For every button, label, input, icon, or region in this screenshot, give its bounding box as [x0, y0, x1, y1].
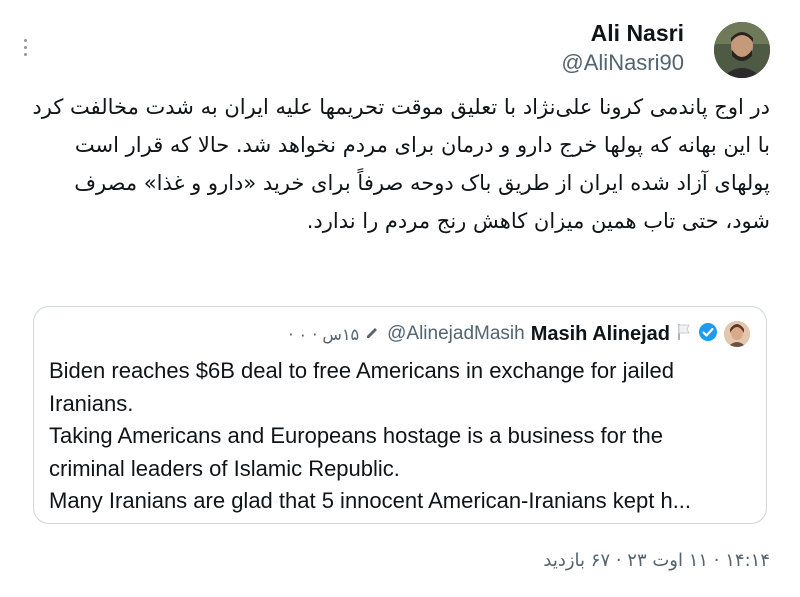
quoted-tweet-time: ۱۵س · ۰ ·	[288, 324, 360, 344]
quoted-author-avatar	[724, 321, 750, 347]
edit-icon	[365, 324, 381, 344]
quoted-tweet[interactable]: ۱۵س · ۰ · @AlinejadMasih Masih Alinejad …	[33, 306, 767, 524]
white-flag-icon	[676, 322, 692, 346]
quoted-line: Taking Americans and Europeans hostage i…	[49, 423, 663, 448]
tweet-timestamp-views[interactable]: ۱۴:۱۴ · ۱۱ اوت ۲۳ · ۶۷ بازدید	[543, 550, 770, 571]
quoted-tweet-header: ۱۵س · ۰ · @AlinejadMasih Masih Alinejad	[288, 319, 750, 349]
tweet-author[interactable]: Ali Nasri @AliNasri90	[561, 18, 684, 78]
quoted-line: Iranians.	[49, 390, 134, 416]
quoted-line: Many Iranians are glad that 5 innocent A…	[49, 488, 692, 513]
author-handle[interactable]: @AliNasri90	[561, 48, 684, 78]
author-avatar[interactable]	[714, 22, 770, 78]
quoted-line: criminal leaders of Islamic Republic.	[49, 455, 400, 481]
tweet-text: در اوج پاندمی کرونا علی‌نژاد با تعلیق مو…	[32, 95, 770, 233]
quoted-tweet-text: Biden reaches $6B deal to free Americans…	[49, 355, 754, 518]
verified-badge-icon	[698, 322, 718, 346]
quoted-author-name: Masih Alinejad	[530, 322, 670, 345]
quoted-line: Biden reaches $6B deal to free Americans…	[49, 358, 674, 383]
more-options-icon[interactable]	[20, 36, 32, 60]
quoted-author-handle: @AlinejadMasih	[387, 323, 525, 344]
author-name[interactable]: Ali Nasri	[561, 18, 684, 48]
